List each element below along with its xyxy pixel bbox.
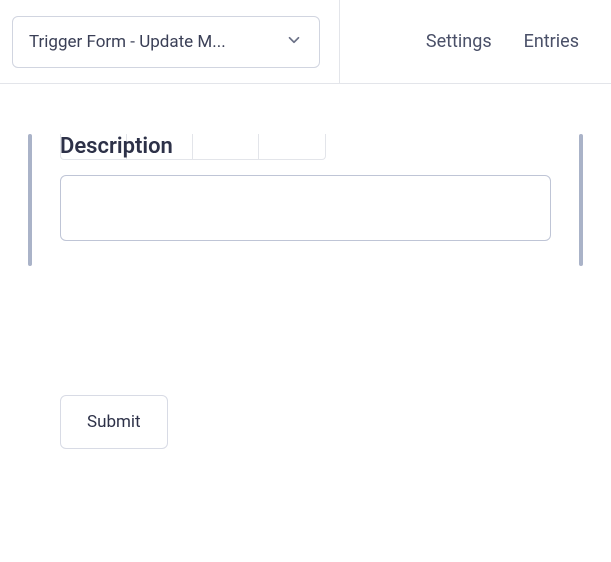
nav-settings[interactable]: Settings: [426, 31, 492, 52]
dropdown-label: Trigger Form - Update M...: [29, 32, 226, 52]
submit-button[interactable]: Submit: [60, 395, 168, 449]
nav-entries[interactable]: Entries: [524, 31, 579, 52]
form-selector-dropdown[interactable]: Trigger Form - Update M...: [12, 16, 320, 68]
dropdown-container: Trigger Form - Update M...: [0, 0, 340, 84]
description-input[interactable]: [60, 175, 551, 241]
left-accent-bar: [28, 134, 32, 266]
submit-area: Submit: [60, 395, 611, 449]
header-bar: Trigger Form - Update M... Settings Entr…: [0, 0, 611, 84]
description-label: Description: [60, 134, 551, 159]
content-area: Description Submit: [0, 134, 611, 449]
form-area: Description: [0, 134, 611, 245]
right-accent-bar: [579, 134, 583, 266]
chevron-down-icon: [285, 31, 303, 53]
header-nav: Settings Entries: [426, 31, 611, 52]
description-field-group: Description: [60, 134, 551, 245]
